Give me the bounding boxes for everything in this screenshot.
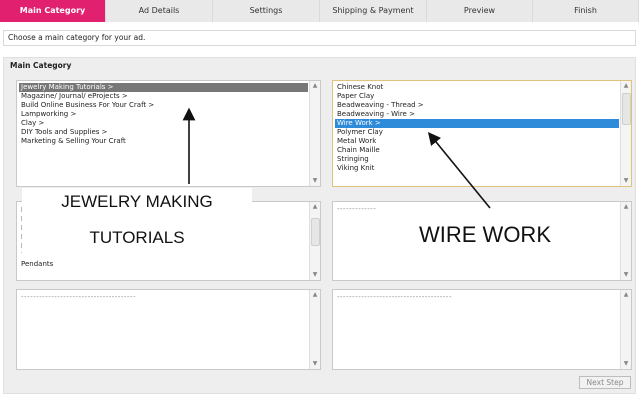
scroll-up-icon[interactable]: ▲ xyxy=(310,202,320,212)
tab-settings[interactable]: Settings xyxy=(213,0,320,22)
list-item[interactable]: DIY Tools and Supplies > xyxy=(19,128,308,137)
list-item[interactable]: Wire Work > xyxy=(335,119,619,128)
list-item[interactable]: Polymer Clay xyxy=(335,128,619,137)
scrollbar[interactable]: ▲ ▼ xyxy=(620,81,631,186)
fifth-level-list-left[interactable]: -------------------------------------- ▲… xyxy=(16,289,321,370)
annotation-wire-work: WIRE WORK xyxy=(419,222,551,247)
list-item[interactable]: Clay > xyxy=(19,119,308,128)
panel-title: Main Category xyxy=(10,61,72,70)
subcategory-list[interactable]: Chinese Knot Paper Clay Beadweaving - Th… xyxy=(332,80,632,187)
list-item[interactable]: Beadweaving - Thread > xyxy=(335,101,619,110)
scrollbar[interactable]: ▲ ▼ xyxy=(620,202,631,280)
scrollbar[interactable]: ▲ ▼ xyxy=(309,81,320,186)
instruction-text: Choose a main category for your ad. xyxy=(3,30,636,46)
tab-finish[interactable]: Finish xyxy=(533,0,639,22)
scrollbar[interactable]: ▲ ▼ xyxy=(309,202,320,280)
list-item[interactable]: Beadweaving - Wire > xyxy=(335,110,619,119)
scroll-thumb[interactable] xyxy=(311,218,320,246)
list-item[interactable]: Paper Clay xyxy=(335,92,619,101)
list-placeholder: -------------------------------------- xyxy=(21,293,136,301)
scroll-down-icon[interactable]: ▼ xyxy=(310,359,320,369)
list-item[interactable]: Metal Work xyxy=(335,137,619,146)
scroll-down-icon[interactable]: ▼ xyxy=(621,176,631,186)
list-item[interactable]: Chinese Knot xyxy=(335,83,619,92)
list-item[interactable]: Magazine/ Journal/ eProjects > xyxy=(19,92,308,101)
annotation-line-1: JEWELRY MAKING xyxy=(61,192,213,211)
list-item[interactable]: Jewelry Making Tutorials > xyxy=(19,83,308,92)
scroll-down-icon[interactable]: ▼ xyxy=(310,176,320,186)
tab-preview[interactable]: Preview xyxy=(427,0,533,22)
scroll-up-icon[interactable]: ▲ xyxy=(310,81,320,91)
scroll-up-icon[interactable]: ▲ xyxy=(621,81,631,91)
main-category-list[interactable]: Jewelry Making Tutorials > Magazine/ Jou… xyxy=(16,80,321,187)
scroll-up-icon[interactable]: ▲ xyxy=(621,290,631,300)
scrollbar[interactable]: ▲ ▼ xyxy=(620,290,631,369)
annotation-line-2: TUTORIALS xyxy=(89,228,185,247)
tab-shipping-payment[interactable]: Shipping & Payment xyxy=(320,0,427,22)
scroll-down-icon[interactable]: ▼ xyxy=(621,359,631,369)
scroll-up-icon[interactable]: ▲ xyxy=(621,202,631,212)
list-item[interactable]: Build Online Business For Your Craft > xyxy=(19,101,308,110)
tab-main-category[interactable]: Main Category xyxy=(0,0,106,22)
list-item[interactable]: Lampworking > xyxy=(19,110,308,119)
wizard-tabs: Main Category Ad Details Settings Shippi… xyxy=(0,0,639,22)
scrollbar[interactable]: ▲ ▼ xyxy=(309,290,320,369)
scroll-down-icon[interactable]: ▼ xyxy=(310,270,320,280)
next-step-button[interactable]: Next Step xyxy=(579,376,631,389)
fifth-level-list-right[interactable]: -------------------------------------- ▲… xyxy=(332,289,632,370)
list-item[interactable]: Pendants xyxy=(19,260,308,269)
annotation-jewelry-making: JEWELRY MAKING TUTORIALS xyxy=(22,188,252,258)
list-item[interactable]: Marketing & Selling Your Craft xyxy=(19,137,308,146)
list-item[interactable]: Stringing xyxy=(335,155,619,164)
tab-ad-details[interactable]: Ad Details xyxy=(106,0,213,22)
list-item[interactable]: Viking Knit xyxy=(335,164,619,173)
scroll-thumb[interactable] xyxy=(622,93,631,125)
list-item[interactable]: Chain Maille xyxy=(335,146,619,155)
scroll-up-icon[interactable]: ▲ xyxy=(310,290,320,300)
scroll-down-icon[interactable]: ▼ xyxy=(621,270,631,280)
list-placeholder: -------------------------------------- xyxy=(337,293,452,301)
list-placeholder: ------------- xyxy=(337,205,377,213)
